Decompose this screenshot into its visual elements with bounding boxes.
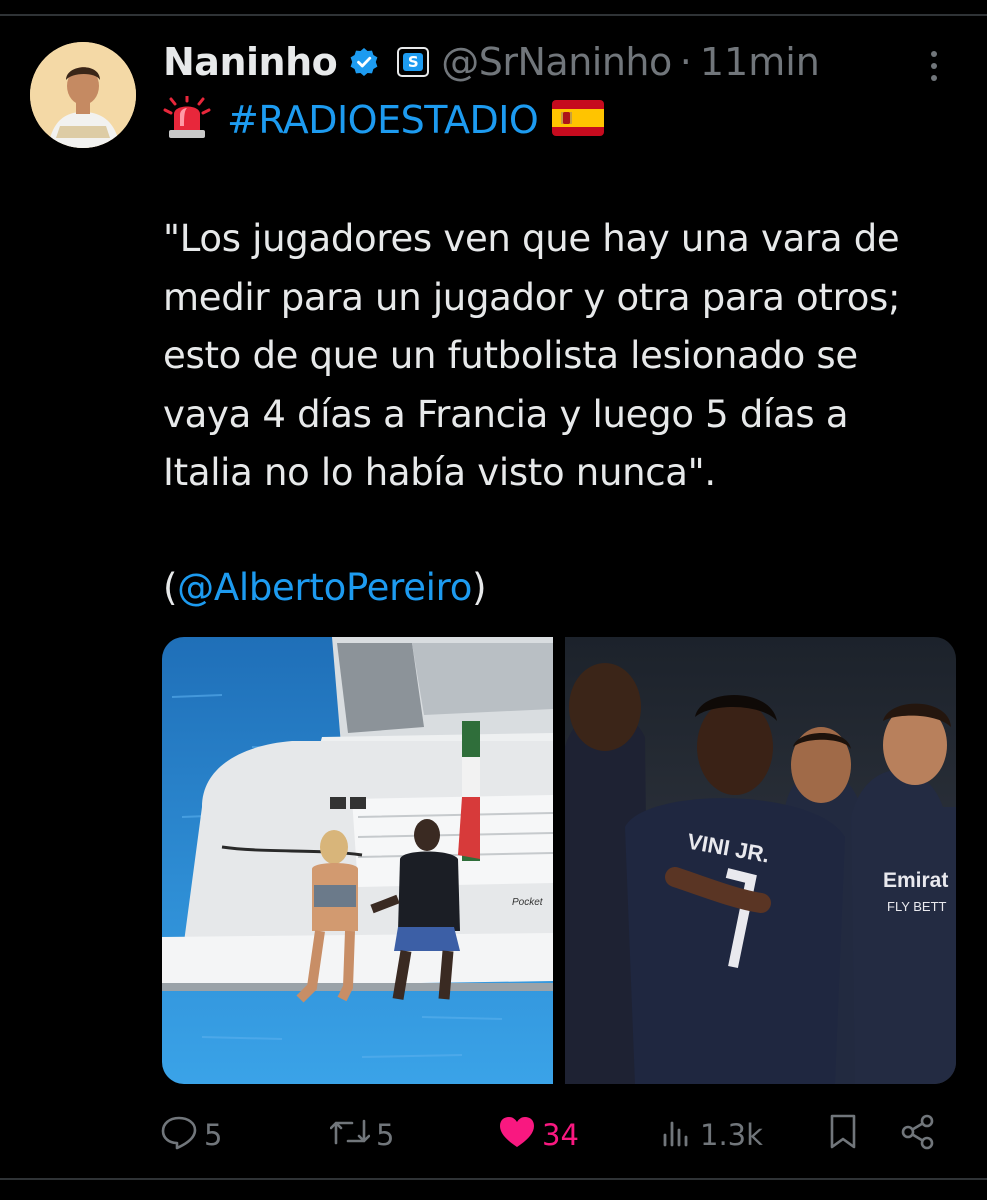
yacht-photo[interactable]: Pocket xyxy=(162,637,553,1084)
author-name[interactable]: Naninho xyxy=(163,40,338,84)
more-options-icon[interactable] xyxy=(924,46,944,86)
post-divider xyxy=(0,1178,987,1180)
post-text: "Los jugadores ven que hay una vara de m… xyxy=(163,210,963,503)
post-hashtag-line: #RADIOESTADIO xyxy=(163,92,605,148)
repost-count: 5 xyxy=(376,1118,395,1152)
spain-flag-emoji-icon xyxy=(552,100,605,140)
subscription-badge-icon[interactable]: S xyxy=(397,47,430,77)
bookmark-button[interactable] xyxy=(828,1110,858,1160)
mention-link[interactable]: @AlbertoPereiro xyxy=(177,566,472,609)
share-button[interactable] xyxy=(900,1110,936,1160)
share-icon xyxy=(900,1114,936,1157)
post-text-line: "Los jugadores ven que hay una vara de xyxy=(163,217,900,260)
sponsor-text-line2: FLY BETT xyxy=(887,899,947,914)
post-header: Naninho S @SrNaninho · 11min xyxy=(163,34,820,90)
author-avatar[interactable] xyxy=(30,42,136,148)
repost-icon xyxy=(329,1115,371,1156)
previous-post-divider xyxy=(0,0,987,16)
repost-button[interactable]: 5 xyxy=(329,1110,395,1160)
like-count: 34 xyxy=(542,1118,579,1152)
heart-icon xyxy=(498,1115,536,1156)
post-text-line: Italia no lo había visto nunca". xyxy=(163,451,716,494)
post-text-line: medir para un jugador y otra para otros; xyxy=(163,275,901,319)
post-timestamp[interactable]: 11min xyxy=(700,40,820,84)
post-text-line: vaya 4 días a Francia y luego 5 días a xyxy=(163,392,849,436)
rotating-light-emoji-icon xyxy=(163,94,211,144)
views-count: 1.3k xyxy=(700,1118,763,1152)
verified-badge-icon[interactable] xyxy=(349,47,379,77)
views-icon xyxy=(660,1115,694,1156)
bookmark-icon xyxy=(828,1113,858,1158)
players-photo[interactable]: VINI JR. Emirat FLY BETT xyxy=(565,637,956,1084)
subscription-badge-letter: S xyxy=(403,53,424,71)
sponsor-text-line1: Emirat xyxy=(883,869,948,892)
media-gallery: Pocket VINI JR. Emirat FLY BETT xyxy=(162,637,956,1084)
post-text-line: esto de que un futbolista lesionado se xyxy=(163,334,858,377)
reply-icon xyxy=(160,1114,198,1157)
like-button[interactable]: 34 xyxy=(498,1110,579,1160)
hashtag-link[interactable]: #RADIOESTADIO xyxy=(227,98,539,142)
header-separator: · xyxy=(679,40,692,84)
action-bar: 5 5 34 1.3k xyxy=(160,1110,950,1160)
author-handle[interactable]: @SrNaninho xyxy=(441,40,672,84)
reply-count: 5 xyxy=(204,1118,223,1152)
credit-open-paren: ( xyxy=(163,566,178,609)
boat-name-text: Pocket xyxy=(512,897,544,908)
post-credit: (@AlbertoPereiro) xyxy=(163,566,487,609)
views-button[interactable]: 1.3k xyxy=(660,1110,763,1160)
credit-close-paren: ) xyxy=(472,566,487,609)
reply-button[interactable]: 5 xyxy=(160,1110,222,1160)
